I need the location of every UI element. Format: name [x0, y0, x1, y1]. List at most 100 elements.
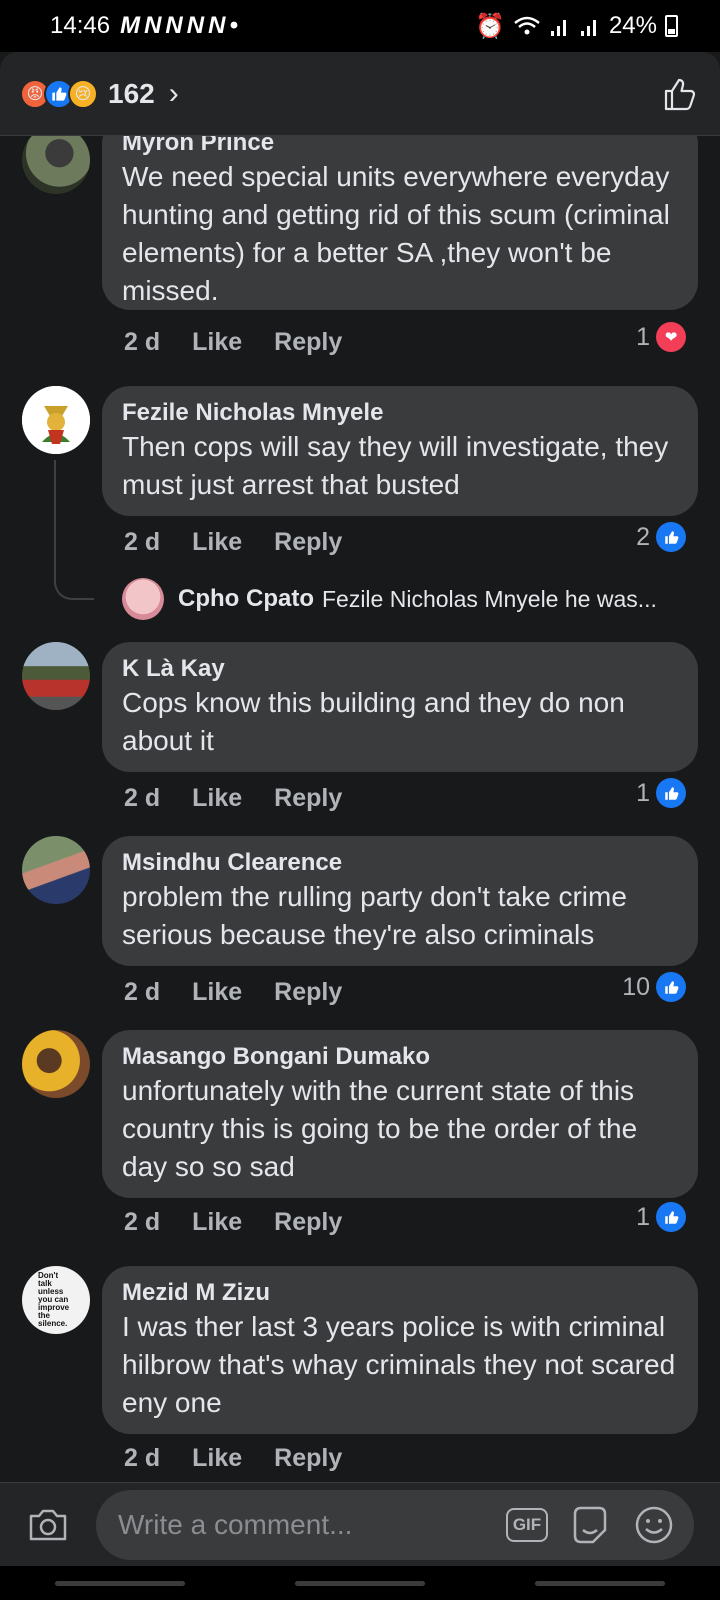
comment-bubble[interactable]: K Là Kay Cops know this building and the…	[102, 642, 698, 772]
reaction-number: 1	[636, 1202, 650, 1231]
comment-time: 2 d	[124, 978, 161, 1006]
avatar[interactable]	[122, 578, 164, 620]
comment-actions: 2 d Like Reply	[124, 328, 342, 357]
news-icon: N	[144, 12, 162, 39]
like-icon	[656, 778, 686, 808]
more-notifications-dot: •	[229, 12, 238, 39]
nav-home-handle[interactable]	[295, 1580, 425, 1586]
nav-recents-handle[interactable]	[55, 1580, 185, 1586]
camera-icon	[29, 1509, 67, 1540]
comment-text: Then cops will say they will investigate…	[122, 431, 669, 500]
emoji-button[interactable]	[632, 1503, 676, 1547]
like-link[interactable]: Like	[192, 978, 242, 1007]
comment-composer: GIF	[0, 1482, 720, 1566]
comment-time: 2 d	[124, 528, 161, 556]
comment-reaction-count[interactable]: 10	[622, 972, 686, 1002]
sticker-button[interactable]	[568, 1503, 612, 1547]
comment-reaction-count[interactable]: 1	[636, 778, 686, 808]
like-link[interactable]: Like	[192, 1444, 242, 1473]
comment-author[interactable]: K Là Kay	[122, 654, 678, 684]
like-link[interactable]: Like	[192, 528, 242, 557]
status-right: ⏰ 24%	[475, 12, 678, 41]
camera-button[interactable]	[20, 1497, 76, 1553]
like-link[interactable]: Like	[192, 784, 242, 813]
chevron-right-icon[interactable]: ›	[169, 77, 179, 111]
heart-icon: ❤	[656, 322, 686, 352]
comment-bubble[interactable]: Masango Bongani Dumako unfortunately wit…	[102, 1030, 698, 1198]
comment-author[interactable]: Fezile Nicholas Mnyele	[122, 398, 678, 428]
avatar[interactable]	[22, 136, 90, 194]
status-time: 14:46	[50, 12, 111, 39]
avatar[interactable]	[22, 386, 90, 454]
news-icon: N	[186, 12, 205, 39]
comment-bubble[interactable]: Mezid M Zizu I was ther last 3 years pol…	[102, 1266, 698, 1434]
avatar[interactable]	[22, 1030, 90, 1098]
comment-author[interactable]: Mezid M Zizu	[122, 1278, 678, 1308]
comment-time: 2 d	[124, 784, 161, 812]
notification-icons: M N N N N •	[120, 12, 238, 40]
reply-link[interactable]: Reply	[274, 978, 342, 1007]
comments-list[interactable]: Myron Prince We need special units every…	[0, 136, 720, 1482]
like-link[interactable]: Like	[192, 328, 242, 357]
reply-link[interactable]: Reply	[274, 784, 342, 813]
like-icon	[656, 972, 686, 1002]
gif-button[interactable]: GIF	[506, 1507, 548, 1542]
signal-icon	[550, 20, 566, 36]
reply-link[interactable]: Reply	[274, 1444, 342, 1473]
reaction-number: 1	[636, 322, 650, 351]
comment-reaction-count[interactable]: 1	[636, 1202, 686, 1232]
comment-text: unfortunately with the current state of …	[122, 1075, 638, 1182]
signal-icon	[580, 20, 596, 36]
sad-icon: 😢	[68, 78, 98, 109]
comment-time: 2 d	[124, 1208, 161, 1236]
comment-time: 2 d	[124, 1444, 161, 1472]
news-icon: N	[208, 12, 226, 39]
like-icon	[656, 1202, 686, 1232]
battery-icon	[665, 15, 678, 37]
avatar[interactable]: Don't talk unless you can improve the si…	[22, 1266, 90, 1334]
like-button-icon[interactable]	[660, 74, 700, 114]
comment-reaction-count[interactable]: 2	[636, 522, 686, 552]
reply-author[interactable]: Cpho Cpato	[178, 585, 314, 613]
comment-actions: 2 d Like Reply	[124, 978, 342, 1007]
emoji-icon	[635, 1506, 673, 1543]
reply-link[interactable]: Reply	[274, 328, 342, 357]
comment-reaction-count[interactable]: 1 ❤	[636, 322, 686, 352]
thread-line	[54, 460, 56, 580]
comment-actions: 2 d Like Reply	[124, 1208, 342, 1237]
comment-bubble[interactable]: Msindhu Clearence problem the rulling pa…	[102, 836, 698, 966]
reply-link[interactable]: Reply	[274, 1208, 342, 1237]
battery-percent: 24%	[608, 12, 657, 39]
comment-author[interactable]: Myron Prince	[122, 136, 678, 158]
comment-bubble[interactable]: Fezile Nicholas Mnyele Then cops will sa…	[102, 386, 698, 516]
avatar-illustration	[22, 386, 90, 454]
comment-text: I was ther last 3 years police is with c…	[122, 1311, 676, 1418]
like-link[interactable]: Like	[192, 1208, 242, 1237]
reply-preview[interactable]: Cpho Cpato Fezile Nicholas Mnyele he was…	[122, 578, 702, 620]
comment-bubble[interactable]: Myron Prince We need special units every…	[102, 136, 698, 310]
comment-author[interactable]: Masango Bongani Dumako	[122, 1042, 678, 1072]
reactions-header[interactable]: 😡 😢 162 ›	[0, 52, 720, 136]
news-icon: N	[165, 12, 183, 39]
comment-input[interactable]	[118, 1508, 494, 1541]
reaction-number: 1	[636, 778, 650, 807]
reaction-icons: 😡 😢	[20, 78, 98, 109]
reply-link[interactable]: Reply	[274, 528, 342, 557]
nav-back-handle[interactable]	[535, 1580, 665, 1586]
comment-input-wrapper[interactable]: GIF	[96, 1489, 694, 1560]
comment-text: Cops know this building and they do non …	[122, 687, 625, 756]
comment-time: 2 d	[124, 328, 161, 356]
comment-text: problem the rulling party don't take cri…	[122, 881, 627, 950]
avatar[interactable]	[22, 836, 90, 904]
gmail-icon: M	[120, 12, 141, 39]
reaction-count: 162	[108, 77, 155, 109]
alarm-icon: ⏰	[475, 12, 505, 40]
wifi-icon	[514, 16, 540, 35]
comment-author[interactable]: Msindhu Clearence	[122, 848, 678, 878]
reply-text: Fezile Nicholas Mnyele he was...	[321, 585, 657, 612]
status-bar: 14:46 M N N N N • ⏰ 24%	[0, 0, 720, 52]
reaction-number: 10	[622, 972, 650, 1001]
system-nav-bar	[0, 1566, 720, 1600]
avatar[interactable]	[22, 642, 90, 710]
thread-connector	[54, 570, 94, 600]
